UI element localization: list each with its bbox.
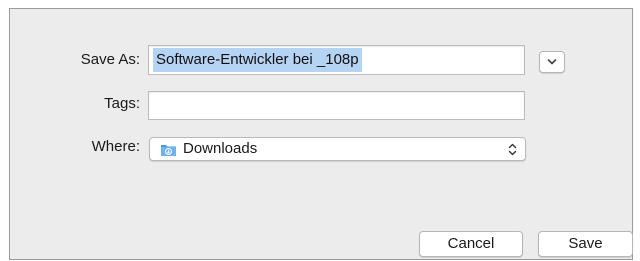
- save-as-label: Save As:: [80, 51, 140, 68]
- where-label: Where:: [91, 138, 140, 155]
- where-value: Downloads: [183, 140, 258, 157]
- expand-button[interactable]: [539, 51, 565, 73]
- save-as-value: Software-Entwickler bei _108p: [153, 48, 362, 72]
- chevron-down-icon: [547, 59, 557, 65]
- save-dialog: Save As: Software-Entwickler bei _108p T…: [9, 8, 633, 260]
- updown-arrows-icon: [508, 143, 517, 156]
- save-as-field[interactable]: Software-Entwickler bei _108p: [148, 45, 525, 75]
- tags-label: Tags:: [104, 95, 140, 112]
- cancel-button[interactable]: Cancel: [419, 231, 523, 257]
- where-popup[interactable]: Downloads: [149, 137, 526, 161]
- save-button[interactable]: Save: [538, 231, 633, 257]
- downloads-folder-icon: [161, 145, 176, 156]
- tags-field[interactable]: [148, 91, 525, 120]
